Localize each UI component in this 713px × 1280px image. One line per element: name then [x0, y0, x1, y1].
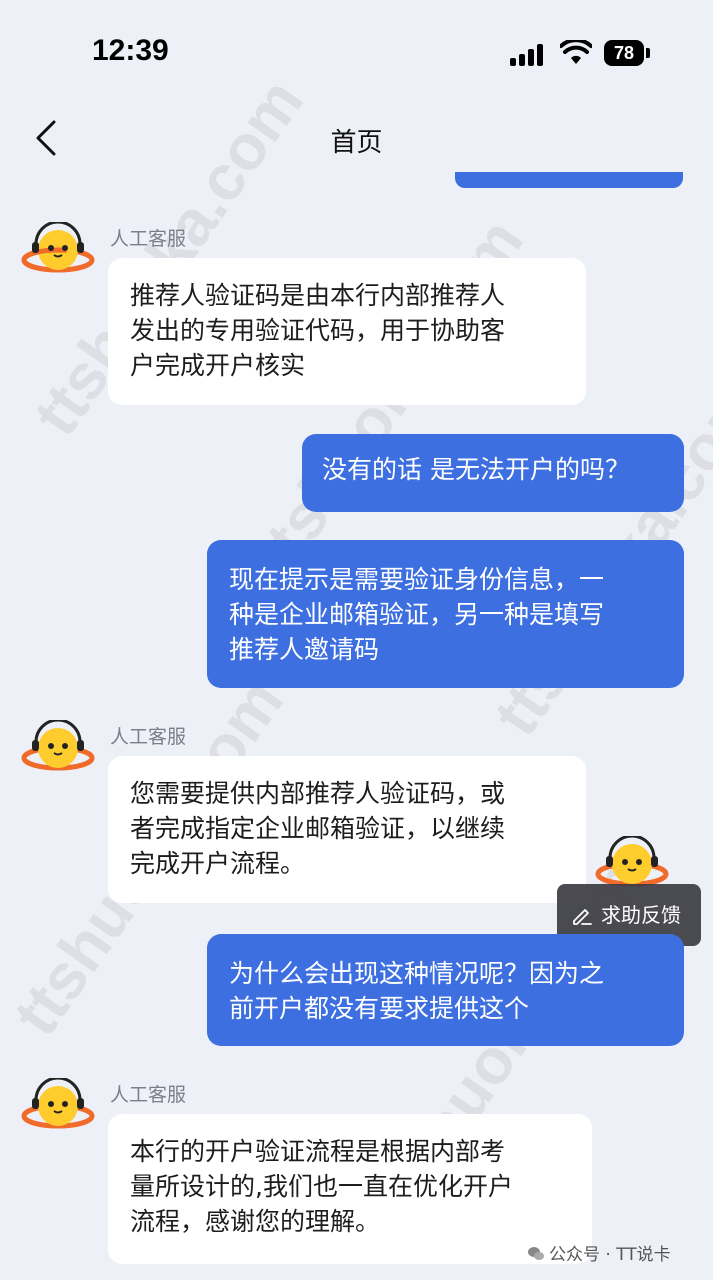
nav-bar: 首页 — [0, 100, 713, 176]
message-line: 推荐人邀请码 — [229, 635, 380, 664]
wifi-icon — [560, 40, 592, 64]
agent-message-bubble: 您需要提供内部推荐人验证码，或 者完成指定企业邮箱验证，以继续 完成开户流程。 — [108, 756, 586, 903]
footer-attribution: 公众号 · TT说卡 — [527, 1240, 671, 1265]
status-bar: 12:39 78 — [0, 0, 713, 100]
sender-name: 人工客服 — [110, 1084, 187, 1106]
user-message-bubble: 没有的话 是无法开户的吗？ — [302, 434, 684, 512]
page-title: 首页 — [330, 128, 383, 158]
message-line: 没有的话 是无法开户的吗？ — [322, 455, 630, 484]
message-line: 您需要提供内部推荐人验证码，或 — [130, 779, 506, 808]
battery-cap — [646, 48, 650, 58]
wechat-icon — [528, 1247, 544, 1260]
status-time: 12:39 — [92, 34, 169, 67]
message-line: 前开户都没有要求提供这个 — [229, 994, 530, 1023]
message-line: 者完成指定企业邮箱验证，以继续 — [130, 814, 506, 843]
mascot-avatar-icon — [21, 1078, 95, 1129]
message-line: 现在提示是需要验证身份信息，一 — [229, 565, 605, 594]
sender-name: 人工客服 — [110, 726, 187, 748]
agent-message-bubble: 本行的开户验证流程是根据内部考 量所设计的,我们也一直在优化开户 流程，感谢您的… — [108, 1114, 592, 1264]
mascot-avatar-icon — [21, 222, 95, 273]
mascot-avatar-icon — [21, 720, 95, 771]
agent-message-bubble: 推荐人验证码是由本行内部推荐人 发出的专用验证代码，用于协助客 户完成开户核实 — [108, 258, 586, 405]
signal-icon — [510, 44, 548, 66]
pencil-icon — [573, 909, 592, 925]
message-line: 完成开户流程。 — [130, 849, 306, 878]
message-line: 户完成开户核实 — [130, 351, 306, 380]
message-line: 本行的开户验证流程是根据内部考 — [130, 1137, 506, 1166]
message-line: 为什么会出现这种情况呢？因为之 — [229, 959, 605, 988]
message-line: 流程，感谢您的理解。 — [130, 1207, 381, 1236]
battery-indicator: 78 — [604, 40, 644, 66]
message-line: 发出的专用验证代码，用于协助客 — [130, 316, 506, 345]
user-message-bubble: 为什么会出现这种情况呢？因为之 前开户都没有要求提供这个 — [207, 934, 684, 1046]
help-feedback-label: 求助反馈 — [601, 903, 681, 927]
message-line: 种是企业邮箱验证，另一种是填写 — [229, 600, 605, 629]
user-message-bubble: 现在提示是需要验证身份信息，一 种是企业邮箱验证，另一种是填写 推荐人邀请码 — [207, 540, 684, 688]
previous-user-bubble — [455, 172, 683, 188]
message-line: 量所设计的,我们也一直在优化开户 — [130, 1172, 513, 1201]
sender-name: 人工客服 — [110, 228, 187, 250]
message-line: 推荐人验证码是由本行内部推荐人 — [130, 281, 506, 310]
footer-text: 公众号 · TT说卡 — [549, 1245, 671, 1265]
